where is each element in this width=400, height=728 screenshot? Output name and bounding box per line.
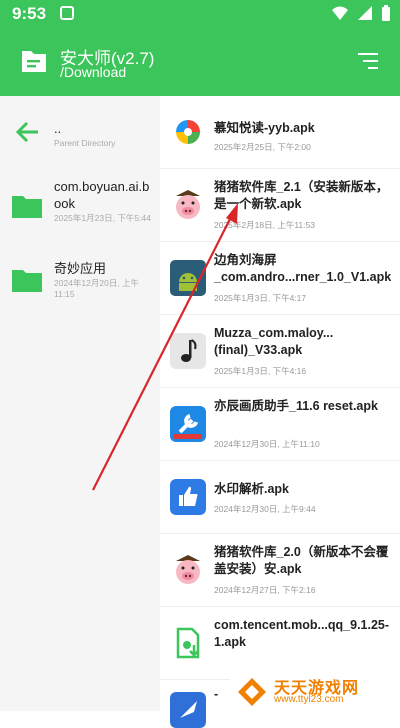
watermark: 天天游戏网 www.ttyl23.com [230, 672, 400, 711]
annotation-arrow [92, 203, 238, 491]
watermark-url: www.ttyl23.com [274, 694, 344, 705]
watermark-logo-icon [238, 678, 266, 706]
